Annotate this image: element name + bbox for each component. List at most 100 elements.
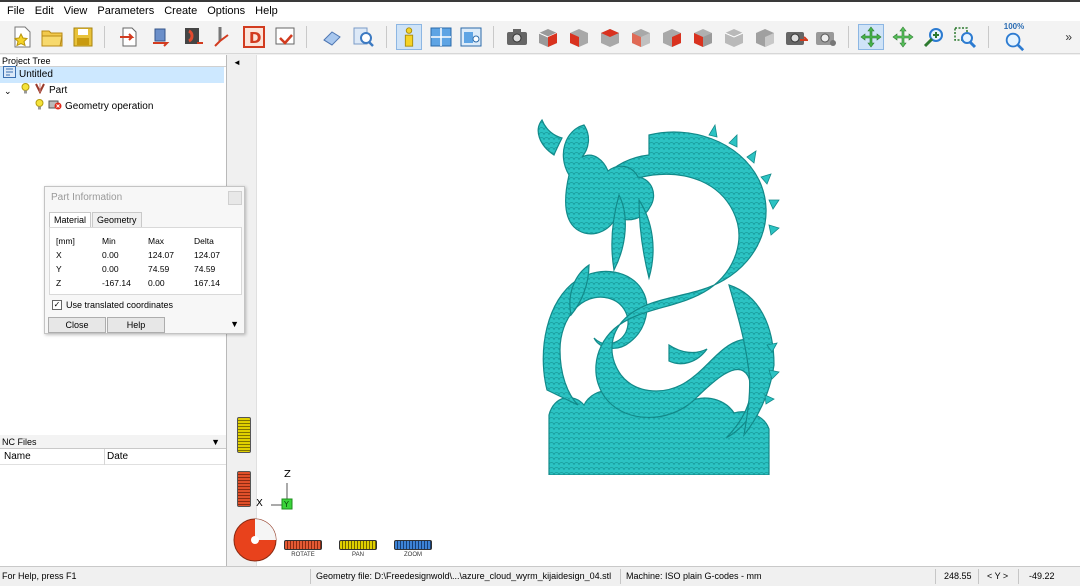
rotate-label: ROTATE	[291, 552, 315, 558]
toolbar-overflow-icon[interactable]: »	[1065, 30, 1072, 44]
tree-item-part[interactable]: ⌄ Part	[4, 82, 68, 100]
tab-geometry[interactable]: Geometry	[92, 212, 142, 227]
3d-viewport[interactable]: ◄ Z X Y ROTATE PAN ZOOM	[229, 55, 1080, 566]
mode-indicator-icon[interactable]	[233, 518, 277, 562]
zoom-fit-icon[interactable]	[1001, 28, 1027, 54]
column-date[interactable]: Date	[107, 449, 128, 465]
project-icon	[3, 66, 16, 84]
pan-mode-button[interactable]: PAN	[339, 540, 377, 558]
menu-parameters[interactable]: Parameters	[92, 2, 159, 21]
zoom-label: ZOOM	[404, 552, 422, 558]
part-import-icon[interactable]	[148, 24, 174, 50]
nc-files-columns: Name Date	[0, 449, 226, 465]
status-bar: For Help, press F1 Geometry file: D:\Fre…	[0, 566, 1080, 586]
main-toolbar: D 100% »	[0, 21, 1080, 54]
menu-file[interactable]: File	[2, 2, 30, 21]
status-axis: < Y >	[987, 571, 1009, 581]
axis-x-label: X	[256, 498, 263, 509]
axis-z-label: Z	[284, 469, 291, 480]
window-icon[interactable]	[458, 24, 484, 50]
table-cell: 74.59	[194, 264, 216, 274]
rotate-slider-icon	[284, 540, 322, 550]
view-top-icon[interactable]	[597, 24, 623, 50]
dialog-title: Part Information	[45, 187, 244, 209]
checkbox-label: Use translated coordinates	[66, 300, 174, 310]
tool-icon[interactable]	[210, 24, 236, 50]
geometry-operation-icon	[48, 98, 62, 116]
collapse-arrow-icon[interactable]: ◄	[233, 58, 241, 67]
save-icon[interactable]	[70, 24, 96, 50]
lightbulb-icon[interactable]	[35, 98, 44, 116]
pan-mode-icon[interactable]	[890, 24, 916, 50]
pan-slider-icon	[339, 540, 377, 550]
new-project-icon[interactable]	[9, 24, 35, 50]
view-front-icon[interactable]	[566, 24, 592, 50]
tree-item-label: Untitled	[19, 69, 53, 80]
dialog-close-box[interactable]	[228, 191, 242, 205]
menu-edit[interactable]: Edit	[30, 2, 59, 21]
axis-triad-icon	[271, 483, 293, 510]
table-cell: 0.00	[148, 278, 165, 288]
dragon-3d-model[interactable]	[529, 115, 799, 475]
menu-create[interactable]: Create	[159, 2, 202, 21]
project-tree-title: Project Tree	[0, 55, 226, 67]
header-unit: [mm]	[56, 236, 75, 246]
layout-icon[interactable]	[428, 24, 454, 50]
menu-view[interactable]: View	[59, 2, 93, 21]
table-cell: 74.59	[148, 264, 170, 274]
view-shaded-icon[interactable]	[752, 24, 778, 50]
camera-settings-icon[interactable]	[813, 24, 839, 50]
table-cell: 167.14	[194, 278, 220, 288]
view-bottom-icon[interactable]	[721, 24, 747, 50]
document-import-icon[interactable]	[117, 24, 143, 50]
tree-item-untitled[interactable]: Untitled	[0, 66, 224, 84]
tree-item-label: Geometry operation	[65, 101, 154, 112]
table-cell: 124.07	[194, 250, 220, 260]
chevron-down-icon[interactable]: ⌄	[4, 83, 14, 99]
export-icon[interactable]	[272, 24, 298, 50]
tree-item-geometry-operation[interactable]: Geometry operation	[35, 98, 154, 116]
view-iso-icon[interactable]	[535, 24, 561, 50]
zoom-mode-button[interactable]: ZOOM	[394, 540, 432, 558]
rotate-mode-icon[interactable]	[858, 24, 884, 50]
record-camera-icon[interactable]	[783, 24, 809, 50]
view-left-icon[interactable]	[628, 24, 654, 50]
zoom-window-icon[interactable]	[952, 24, 978, 50]
open-folder-icon[interactable]	[39, 24, 65, 50]
d-toggle-icon[interactable]: D	[241, 24, 267, 50]
table-cell: 0.00	[102, 264, 119, 274]
part-information-dialog: Part Information Material Geometry [mm] …	[44, 186, 245, 334]
nc-files-dropdown-icon[interactable]: ▼	[211, 435, 220, 449]
tab-material[interactable]: Material	[49, 212, 92, 227]
header-delta: Delta	[194, 236, 214, 246]
status-coord-1: 248.55	[944, 571, 972, 581]
eraser-icon[interactable]	[319, 24, 345, 50]
translated-coordinates-checkbox[interactable]: ✓ Use translated coordinates	[52, 300, 173, 310]
search-part-icon[interactable]	[350, 24, 376, 50]
menu-help[interactable]: Help	[250, 2, 283, 21]
rotate-mode-button[interactable]: ROTATE	[284, 540, 322, 558]
zoom-slider-icon	[394, 540, 432, 550]
part-info-icon[interactable]	[396, 24, 422, 50]
status-help-text: For Help, press F1	[2, 571, 77, 581]
dialog-expand-icon[interactable]: ▼	[230, 319, 239, 329]
header-min: Min	[102, 236, 116, 246]
row-label: X	[56, 250, 62, 260]
camera-icon[interactable]	[504, 24, 530, 50]
help-button[interactable]: Help	[107, 317, 165, 333]
lightbulb-icon[interactable]	[21, 82, 30, 100]
menu-bar: File Edit View Parameters Create Options…	[0, 2, 1080, 21]
tree-item-label: Part	[49, 85, 68, 96]
stock-icon[interactable]	[180, 24, 206, 50]
checkbox-checked-icon[interactable]: ✓	[52, 300, 62, 310]
red-dial[interactable]	[237, 471, 251, 507]
view-back-icon[interactable]	[690, 24, 716, 50]
close-button[interactable]: Close	[48, 317, 106, 333]
yellow-dial[interactable]	[237, 417, 251, 453]
zoom-mode-icon[interactable]	[921, 24, 947, 50]
header-max: Max	[148, 236, 165, 246]
view-right-icon[interactable]	[659, 24, 685, 50]
dimensions-table: [mm] Min Max Delta X 0.00 124.07 124.07 …	[49, 227, 242, 295]
menu-options[interactable]: Options	[202, 2, 250, 21]
column-name[interactable]: Name	[4, 449, 31, 465]
